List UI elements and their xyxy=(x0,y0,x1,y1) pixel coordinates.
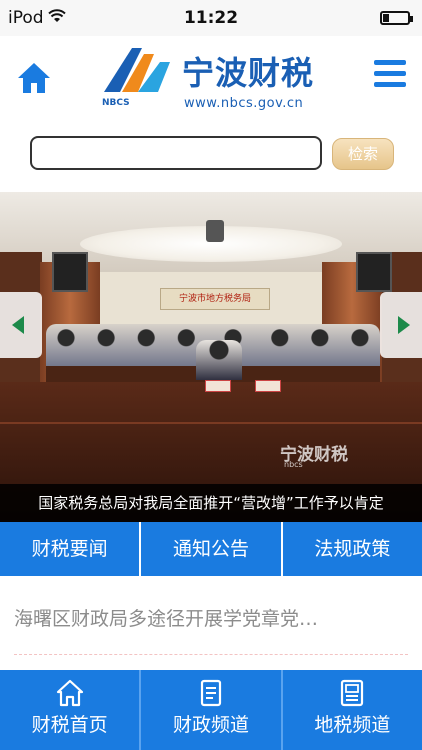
home-icon xyxy=(56,679,83,707)
document-icon xyxy=(200,679,222,707)
tab-announcements[interactable]: 通知公告 xyxy=(141,522,283,576)
search-bar: 检索 xyxy=(0,134,422,174)
search-input[interactable] xyxy=(30,136,322,170)
banner-watermark: 宁波财税 nbcs xyxy=(280,445,348,469)
app-header: NBCS 宁波财税 www.nbcs.gov.cn xyxy=(0,36,422,126)
banner-caption[interactable]: 国家税务总局对我局全面推开“营改增”工作予以肯定 xyxy=(0,484,422,522)
site-logo[interactable]: NBCS 宁波财税 www.nbcs.gov.cn xyxy=(100,42,320,118)
news-banner[interactable]: 宁波市地方税务局 宁波财税 nbcs 国家税务总局对我局全面推开“营改增”工作予… xyxy=(0,192,422,522)
logo-url: www.nbcs.gov.cn xyxy=(184,96,304,111)
nav-label: 财税首页 xyxy=(31,714,108,736)
nav-label: 地税频道 xyxy=(314,714,391,736)
tab-regulations[interactable]: 法规政策 xyxy=(283,522,422,576)
tab-finance-news[interactable]: 财税要闻 xyxy=(0,522,142,576)
nav-finance-home[interactable]: 财税首页 xyxy=(0,670,142,750)
nav-label: 财政频道 xyxy=(172,714,249,736)
battery-icon xyxy=(380,11,413,25)
banner-prev-arrow-icon[interactable] xyxy=(0,292,42,358)
category-tabs: 财税要闻 通知公告 法规政策 xyxy=(0,522,422,576)
list-item[interactable]: 海曙区财政局多途径开展学党章党… xyxy=(14,604,394,631)
hamburger-menu-icon[interactable] xyxy=(374,60,406,92)
clock: 11:22 xyxy=(183,8,239,28)
home-icon[interactable] xyxy=(16,60,52,96)
news-list: 海曙区财政局多途径开展学党章党… xyxy=(0,576,422,670)
divider xyxy=(14,654,408,655)
nav-finance-channel[interactable]: 财政频道 xyxy=(141,670,283,750)
bottom-navigation: 财税首页 财政频道 地税频道 xyxy=(0,670,422,750)
nav-local-tax-channel[interactable]: 地税频道 xyxy=(283,670,422,750)
search-button[interactable]: 检索 xyxy=(332,138,394,170)
status-bar: iPod 11:22 xyxy=(0,0,422,36)
banner-next-arrow-icon[interactable] xyxy=(380,292,422,358)
tax-document-icon xyxy=(341,679,364,707)
logo-title: 宁波财税 xyxy=(182,54,315,92)
logo-mark-icon xyxy=(104,48,170,92)
banner-room-sign: 宁波市地方税务局 xyxy=(160,288,270,310)
logo-abbreviation: NBCS xyxy=(102,98,130,108)
